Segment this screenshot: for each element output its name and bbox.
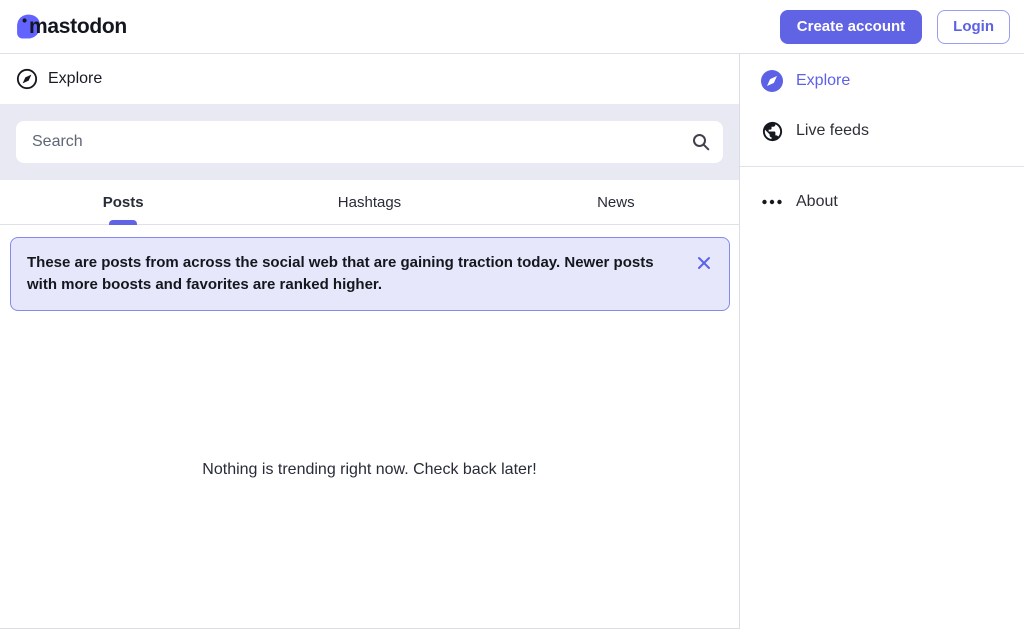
tab-posts-label: Posts: [102, 193, 144, 211]
top-header: mastodon Create account Login: [0, 0, 1024, 54]
mastodon-logo[interactable]: mastodon: [14, 12, 127, 41]
sidebar-item-explore[interactable]: Explore: [740, 56, 1024, 106]
search-section: [0, 104, 739, 180]
column-header: Explore: [0, 54, 739, 104]
header-actions: Create account Login: [779, 9, 1010, 44]
create-account-button[interactable]: Create account: [779, 9, 923, 44]
sidebar-item-label: Live feeds: [796, 122, 869, 139]
explore-tabs: Posts Hashtags News: [0, 180, 739, 225]
close-icon[interactable]: [693, 252, 715, 274]
tab-hashtags-label: Hashtags: [337, 193, 402, 211]
trending-info-banner: These are posts from across the social w…: [10, 237, 730, 311]
compass-icon: [16, 68, 38, 90]
login-button[interactable]: Login: [937, 9, 1010, 44]
tab-posts[interactable]: Posts: [0, 180, 246, 225]
navigation-sidebar: Explore Live feeds About: [740, 54, 1024, 629]
tab-news-label: News: [597, 193, 635, 211]
sidebar-divider: [740, 166, 1024, 167]
explore-column: Explore Posts Hashtags: [0, 54, 740, 629]
tab-hashtags[interactable]: Hashtags: [246, 180, 492, 224]
compass-icon: [760, 69, 784, 93]
brand-wordmark: mastodon: [29, 14, 127, 38]
active-tab-indicator: [109, 220, 138, 225]
sidebar-item-label: Explore: [796, 72, 851, 89]
banner-text: These are posts from across the social w…: [27, 254, 654, 293]
sidebar-item-label: About: [796, 193, 838, 210]
sidebar-item-about[interactable]: About: [740, 177, 1024, 227]
tab-news[interactable]: News: [493, 180, 739, 224]
ellipsis-icon: [760, 190, 784, 214]
empty-state-message: Nothing is trending right now. Check bac…: [202, 460, 537, 478]
search-icon[interactable]: [691, 132, 711, 152]
page-title: Explore: [48, 70, 103, 87]
sidebar-item-live-feeds[interactable]: Live feeds: [740, 106, 1024, 156]
search-input[interactable]: [16, 121, 723, 163]
globe-icon: [760, 119, 784, 143]
page-layout: Explore Posts Hashtags: [0, 54, 1024, 629]
